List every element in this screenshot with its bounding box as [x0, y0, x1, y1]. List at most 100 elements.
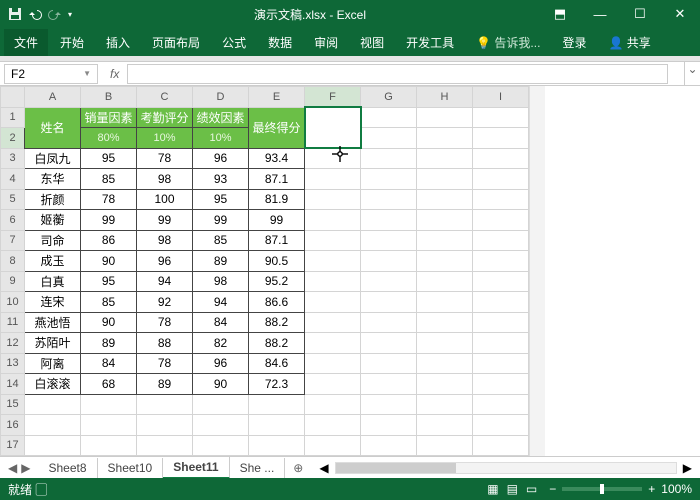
row-hdr[interactable]: 8	[1, 251, 25, 272]
worksheet-grid[interactable]: A B C D E F G H I 1 姓名 销量因素 考勤评分 绩效因素 最终…	[0, 86, 529, 456]
cell[interactable]: 90	[81, 312, 137, 333]
cell[interactable]	[473, 169, 529, 190]
row-hdr[interactable]: 17	[1, 435, 25, 456]
tab-review[interactable]: 审阅	[304, 29, 348, 56]
cell[interactable]	[361, 230, 417, 251]
sheet-next-icon[interactable]: ▶	[21, 461, 30, 475]
tab-insert[interactable]: 插入	[96, 29, 140, 56]
tab-layout[interactable]: 页面布局	[142, 29, 210, 56]
cell[interactable]: 95	[81, 271, 137, 292]
ribbon-options-icon[interactable]: ⬒	[540, 0, 580, 28]
sheet-tab[interactable]: She ...	[230, 458, 286, 478]
cell[interactable]	[361, 394, 417, 415]
cell[interactable]	[473, 271, 529, 292]
cell[interactable]: 89	[137, 374, 193, 395]
cell[interactable]	[417, 169, 473, 190]
cell[interactable]	[417, 435, 473, 456]
cell[interactable]	[305, 169, 361, 190]
sheet-tab[interactable]: Sheet8	[38, 458, 97, 478]
cell[interactable]: 84	[193, 312, 249, 333]
cell[interactable]: 白真	[25, 271, 81, 292]
share-button[interactable]: 👤 共享	[598, 29, 660, 56]
select-all-corner[interactable]	[1, 87, 25, 108]
scroll-left-icon[interactable]: ◀	[319, 461, 328, 475]
cell[interactable]: 99	[193, 210, 249, 231]
sheet-nav[interactable]: ◀▶	[0, 461, 38, 475]
cell[interactable]: 93.4	[249, 148, 305, 169]
cell[interactable]: 85	[81, 292, 137, 313]
cell[interactable]	[473, 333, 529, 354]
cell[interactable]: 92	[137, 292, 193, 313]
cell[interactable]: 白滚滚	[25, 374, 81, 395]
row-hdr[interactable]: 10	[1, 292, 25, 313]
cell[interactable]: 72.3	[249, 374, 305, 395]
cell[interactable]: 96	[193, 148, 249, 169]
col-H[interactable]: H	[417, 87, 473, 108]
zoom-level[interactable]: 100%	[661, 482, 692, 496]
col-D[interactable]: D	[193, 87, 249, 108]
view-buttons[interactable]: ▦▤▭	[483, 482, 541, 496]
cell[interactable]	[417, 271, 473, 292]
cell[interactable]	[305, 435, 361, 456]
row-hdr[interactable]: 15	[1, 394, 25, 415]
cell[interactable]	[361, 374, 417, 395]
sheet-tab-active[interactable]: Sheet11	[163, 457, 229, 479]
row-hdr[interactable]: 16	[1, 415, 25, 436]
cell[interactable]	[361, 210, 417, 231]
cell[interactable]	[25, 394, 81, 415]
cell[interactable]	[473, 292, 529, 313]
cell[interactable]	[249, 415, 305, 436]
cell[interactable]	[361, 353, 417, 374]
cell[interactable]	[473, 230, 529, 251]
cell[interactable]: 84	[81, 353, 137, 374]
macro-record-icon[interactable]: ▢	[35, 483, 47, 497]
minimize-button[interactable]: —	[580, 0, 620, 28]
cell[interactable]	[473, 189, 529, 210]
cell[interactable]: 96	[137, 251, 193, 272]
cell[interactable]	[361, 292, 417, 313]
cell[interactable]: 84.6	[249, 353, 305, 374]
row-hdr[interactable]: 11	[1, 312, 25, 333]
sheet-prev-icon[interactable]: ◀	[8, 461, 17, 475]
cell[interactable]: 96	[193, 353, 249, 374]
tab-file[interactable]: 文件	[4, 29, 48, 56]
tab-data[interactable]: 数据	[258, 29, 302, 56]
cell[interactable]	[473, 353, 529, 374]
col-G[interactable]: G	[361, 87, 417, 108]
cell[interactable]: 95	[193, 189, 249, 210]
cell[interactable]	[473, 435, 529, 456]
vertical-scrollbar[interactable]	[529, 86, 545, 456]
cell[interactable]	[361, 435, 417, 456]
cell[interactable]	[417, 333, 473, 354]
cell[interactable]: 85	[193, 230, 249, 251]
cell[interactable]	[417, 312, 473, 333]
col-E[interactable]: E	[249, 87, 305, 108]
cell-F2-active[interactable]	[305, 107, 361, 148]
cell[interactable]: 94	[137, 271, 193, 292]
cell[interactable]: 司命	[25, 230, 81, 251]
cell[interactable]	[81, 415, 137, 436]
cell[interactable]: 95	[81, 148, 137, 169]
formula-input[interactable]	[127, 64, 668, 84]
cell[interactable]: 98	[193, 271, 249, 292]
cell[interactable]	[305, 415, 361, 436]
cell[interactable]	[473, 415, 529, 436]
cell[interactable]: 95.2	[249, 271, 305, 292]
tab-view[interactable]: 视图	[350, 29, 394, 56]
cell[interactable]	[417, 353, 473, 374]
cell[interactable]	[361, 312, 417, 333]
col-C[interactable]: C	[137, 87, 193, 108]
save-icon[interactable]	[8, 7, 22, 21]
cell[interactable]	[417, 292, 473, 313]
undo-icon[interactable]	[28, 7, 42, 21]
qat-dropdown-icon[interactable]: ▾	[68, 10, 72, 19]
cell[interactable]	[81, 394, 137, 415]
name-box-dropdown-icon[interactable]: ▼	[83, 69, 91, 78]
normal-view-icon[interactable]: ▦	[483, 482, 502, 496]
cell[interactable]	[305, 374, 361, 395]
cell[interactable]	[361, 251, 417, 272]
hdr-sales[interactable]: 销量因素	[81, 107, 137, 128]
hdr-attend[interactable]: 考勤评分	[137, 107, 193, 128]
col-I[interactable]: I	[473, 87, 529, 108]
cell[interactable]	[193, 435, 249, 456]
